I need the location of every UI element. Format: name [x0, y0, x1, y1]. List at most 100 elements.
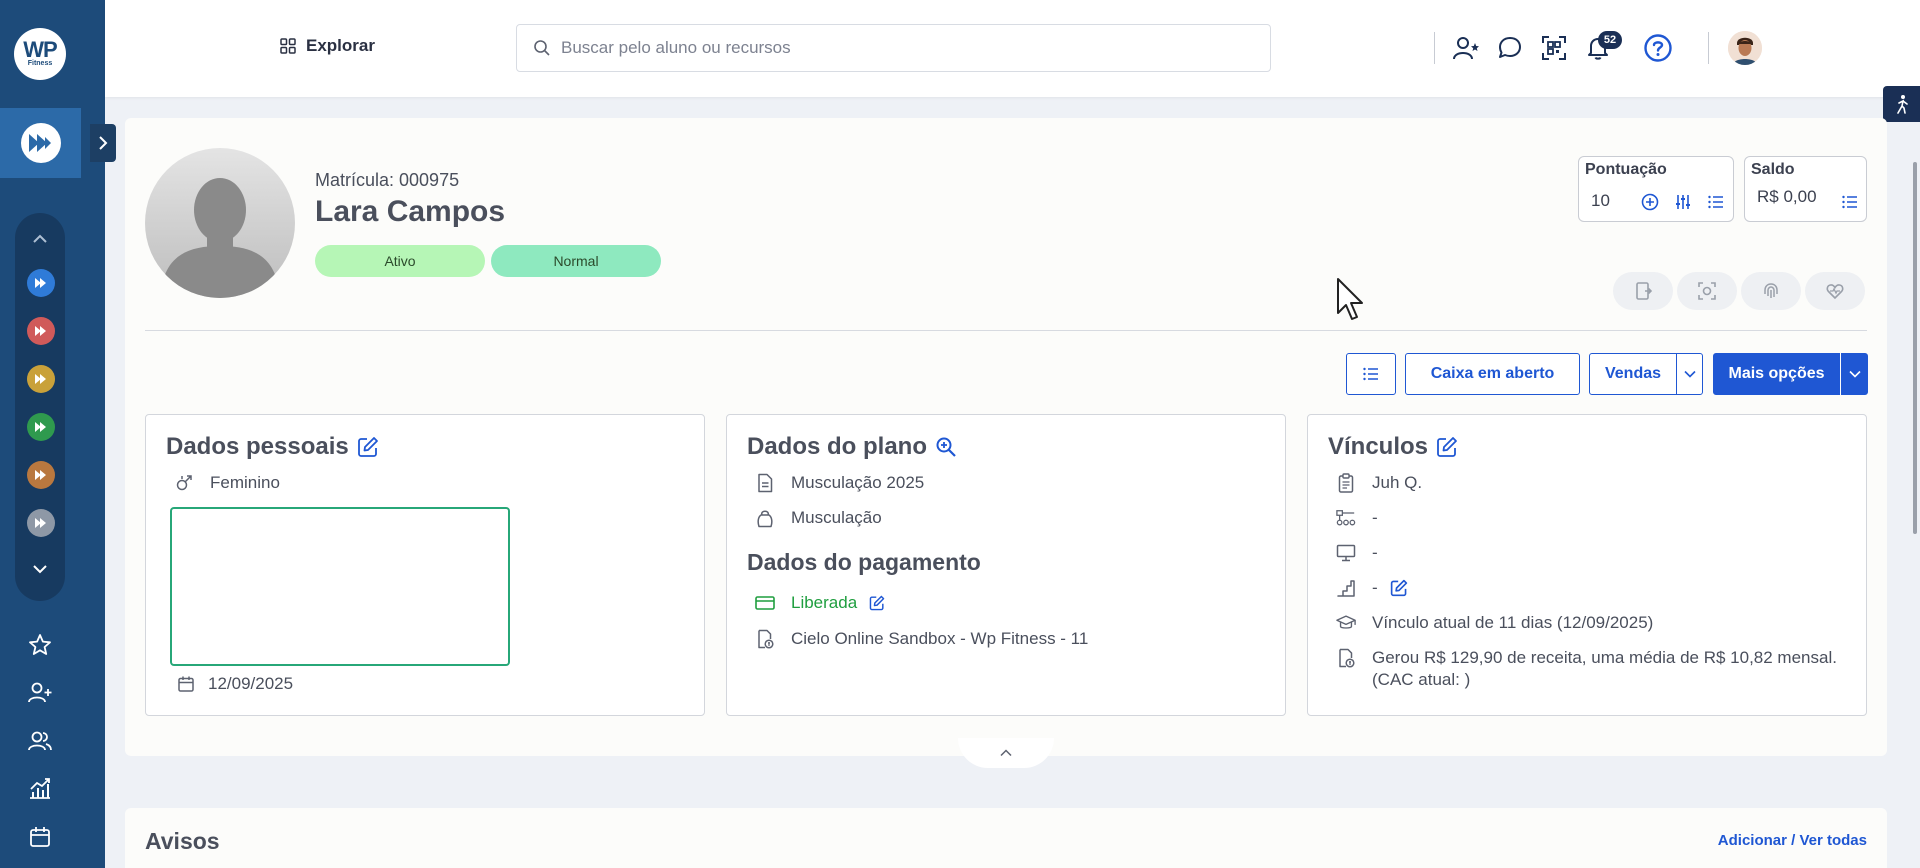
search-bar[interactable]: [516, 24, 1271, 72]
panel-title: Dados pessoais: [166, 433, 379, 461]
sliders-icon[interactable]: [1672, 191, 1694, 213]
list-icon[interactable]: [1705, 191, 1727, 213]
link-value: -: [1372, 543, 1378, 562]
plan-data-title: Dados do plano: [747, 433, 927, 460]
notices-add-link[interactable]: Adicionar / Ver todas: [1718, 832, 1867, 849]
consultant-row: Juh Q.: [1336, 473, 1422, 493]
points-box: Pontuação 10: [1578, 156, 1734, 222]
list-icon: [1363, 367, 1378, 381]
accessibility-tab[interactable]: [1883, 86, 1920, 122]
app-logo[interactable]: WP Fitness: [14, 28, 66, 80]
heart-icon: [1826, 284, 1844, 300]
monitor-icon: [1336, 543, 1356, 563]
link-value: -: [1372, 578, 1378, 597]
notes-textarea[interactable]: [170, 507, 510, 666]
calendar-icon: [176, 674, 196, 694]
star-icon[interactable]: [25, 630, 55, 660]
more-options-dropdown-button[interactable]: [1841, 353, 1868, 395]
scrollbar-thumb[interactable]: [1913, 162, 1917, 534]
network-icon: [1336, 508, 1356, 528]
plan-name: Musculação 2025: [791, 473, 925, 492]
student-registration: Matrícula: 000975: [315, 170, 460, 190]
bell-icon[interactable]: 52: [1583, 31, 1622, 63]
toolbar-divider: [1708, 32, 1709, 64]
receipt-icon: [755, 629, 775, 649]
more-options-button[interactable]: Mais opções: [1713, 353, 1840, 395]
user-avatar[interactable]: [1728, 31, 1762, 65]
qr-code-icon[interactable]: [1539, 33, 1569, 63]
zoom-in-icon[interactable]: [935, 436, 957, 458]
student-photo[interactable]: [145, 148, 295, 298]
collapse-profile-button[interactable]: [958, 738, 1054, 768]
sales-dropdown-button[interactable]: [1676, 353, 1703, 395]
sidebar-active-module[interactable]: [0, 108, 81, 178]
student-profile-card: Matrícula: 000975 Lara Campos Ativo Norm…: [125, 118, 1887, 756]
chevron-right-icon: [99, 136, 108, 150]
list-view-button[interactable]: [1346, 353, 1396, 395]
sales-button[interactable]: Vendas: [1589, 353, 1677, 395]
unit-item[interactable]: [27, 317, 55, 345]
calendar-icon[interactable]: [25, 822, 55, 852]
edit-icon[interactable]: [1390, 579, 1408, 597]
add-user-icon[interactable]: [25, 678, 55, 708]
health-button[interactable]: [1805, 272, 1865, 310]
clipboard-icon: [1336, 473, 1356, 493]
add-student-icon[interactable]: [1451, 33, 1481, 63]
edit-icon[interactable]: [1436, 436, 1458, 458]
users-icon[interactable]: [25, 726, 55, 756]
unit-item[interactable]: [27, 461, 55, 489]
current-link-row: Vínculo atual de 11 dias (12/09/2025): [1336, 613, 1653, 633]
panel-title: Dados do plano: [747, 433, 957, 461]
graduation-cap-icon: [1336, 613, 1356, 633]
sidebar-expand-button[interactable]: [90, 124, 116, 162]
header-divider: [145, 330, 1867, 331]
unit-item[interactable]: [27, 509, 55, 537]
gateway-value: Cielo Online Sandbox - Wp Fitness - 11: [791, 629, 1089, 648]
link-value: -: [1372, 508, 1378, 527]
face-scan-button[interactable]: [1677, 272, 1737, 310]
kettlebell-icon: [755, 508, 775, 528]
grid-icon: [280, 38, 296, 54]
fingerprint-icon: [1764, 283, 1778, 298]
unit-item[interactable]: [27, 413, 55, 441]
add-circle-icon[interactable]: [1639, 191, 1661, 213]
personal-data-title: Dados pessoais: [166, 433, 349, 460]
edit-icon[interactable]: [869, 595, 885, 611]
chevron-down-icon[interactable]: [30, 559, 50, 579]
fingerprint-button[interactable]: [1741, 272, 1801, 310]
notification-badge: 52: [1598, 31, 1622, 49]
personal-data-panel: Dados pessoais Feminino 12/09/2025: [145, 414, 705, 716]
list-icon[interactable]: [1839, 191, 1861, 213]
revenue-row: Gerou R$ 129,90 de receita, uma média de…: [1336, 647, 1846, 691]
receipt-icon: [1336, 648, 1356, 668]
search-icon: [533, 39, 551, 57]
edit-icon[interactable]: [357, 436, 379, 458]
points-title: Pontuação: [1585, 161, 1667, 178]
open-cash-button[interactable]: Caixa em aberto: [1405, 353, 1580, 395]
unit-item[interactable]: [27, 269, 55, 297]
payment-title: Dados do pagamento: [747, 549, 981, 575]
chevron-down-icon: [1683, 370, 1696, 378]
notices-title: Avisos: [145, 828, 220, 854]
help-icon[interactable]: [1643, 33, 1673, 63]
toolbar-divider: [1434, 32, 1435, 64]
chevron-up-icon[interactable]: [30, 229, 50, 249]
document-icon: [755, 473, 775, 493]
revenue-value: Gerou R$ 129,90 de receita, uma média de…: [1372, 648, 1837, 689]
link-row: -: [1336, 508, 1378, 528]
links-panel: Vínculos Juh Q. - - - Vínculo atual de 1…: [1307, 414, 1867, 716]
chevron-down-icon: [1848, 370, 1861, 378]
search-input[interactable]: [561, 38, 1270, 58]
explore-button[interactable]: Explorar: [280, 36, 375, 56]
explore-label: Explorar: [306, 36, 375, 55]
credit-card-icon: [755, 593, 775, 613]
link-row: -: [1336, 578, 1408, 598]
balance-title: Saldo: [1751, 161, 1795, 178]
unit-item[interactable]: [27, 365, 55, 393]
door-access-button[interactable]: [1613, 272, 1673, 310]
chart-icon[interactable]: [25, 774, 55, 804]
camera-icon: [1698, 282, 1716, 300]
chat-icon[interactable]: [1495, 33, 1525, 63]
door-icon: [1636, 282, 1653, 300]
risk-badge: Normal: [491, 245, 661, 277]
